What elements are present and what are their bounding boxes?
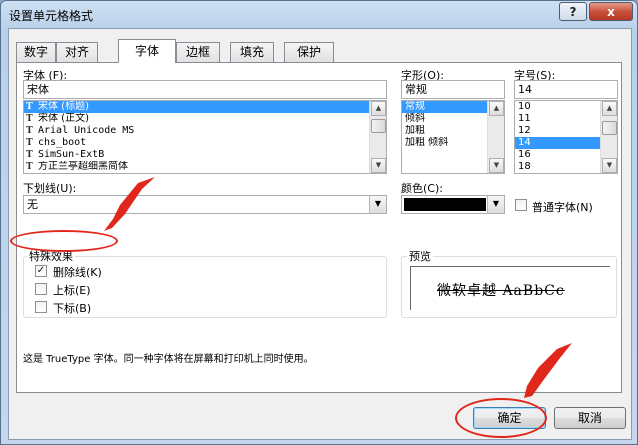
annotation-arrow — [524, 343, 572, 398]
tab-font[interactable]: 字体 — [118, 39, 176, 63]
annotation-arrow — [104, 177, 155, 231]
annotation-arrows — [104, 177, 572, 398]
